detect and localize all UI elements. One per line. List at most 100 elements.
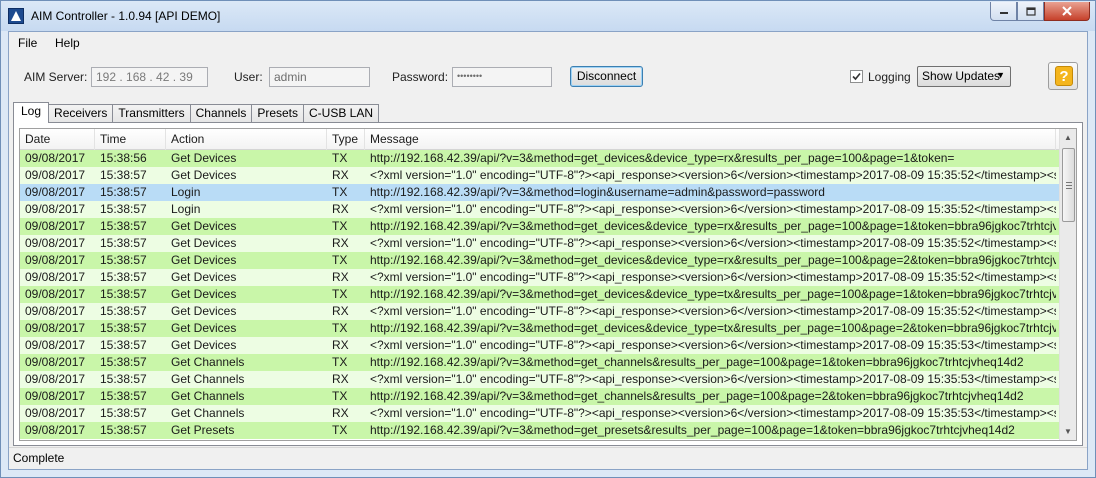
server-label: AIM Server: [24,70,88,84]
column-header-time[interactable]: Time [95,129,166,150]
log-cell-action: Get Channels [171,406,245,420]
help-button[interactable]: ? [1048,62,1078,90]
log-row[interactable]: 09/08/2017 15:38:57 Get Channels TX http://1… [20,354,1059,371]
log-row[interactable]: 09/08/2017 15:38:57 Get Devices RX <?xml ver… [20,303,1059,320]
tab-transmitters[interactable]: Transmitters [112,104,191,123]
log-cell-message: <?xml version="1.0" encoding="UTF-8"?><a… [370,270,1056,284]
log-cell-message: http://192.168.42.39/api/?v=3&method=get… [370,321,1056,335]
status-text: Complete [13,451,65,465]
log-cell-type: TX [332,151,348,165]
log-cell-action: Get Channels [171,372,245,386]
column-header-date[interactable]: Date [20,129,95,150]
log-row[interactable]: 09/08/2017 15:38:56 Get Devices TX http://19… [20,150,1059,167]
tab-c-usb-lan[interactable]: C-USB LAN [303,104,380,123]
server-ip-field[interactable]: 192 . 168 . 42 . 39 [91,67,208,87]
log-rows: 09/08/2017 15:38:56 Get Devices TX http://19… [20,150,1059,439]
updates-select[interactable]: Show Updates ▼ [917,66,1011,87]
log-row[interactable]: 09/08/2017 15:38:57 Login TX http://192.168.… [20,184,1059,201]
tab-log[interactable]: Log [13,102,50,123]
log-cell-action: Get Devices [171,270,237,284]
log-cell-date: 09/08/2017 [25,236,86,250]
log-cell-type: TX [332,253,348,267]
log-cell-date: 09/08/2017 [25,321,86,335]
logging-label: Logging [868,70,911,84]
log-cell-time: 15:38:57 [100,219,147,233]
log-cell-type: RX [332,406,349,420]
log-cell-time: 15:38:57 [100,406,147,420]
user-label: User: [234,70,263,84]
menu-bar: File Help [9,32,1087,54]
log-cell-time: 15:38:57 [100,321,147,335]
close-button[interactable] [1044,2,1090,21]
maximize-button[interactable] [1017,2,1044,21]
updates-select-value: Show Updates [922,69,1001,83]
logging-checkbox[interactable] [850,70,863,83]
scroll-up-arrow-icon[interactable]: ▲ [1060,129,1076,146]
client-area: File Help AIM Server: 192 . 168 . 42 . 3… [8,31,1088,470]
log-row[interactable]: 09/08/2017 15:38:57 Get Channels RX <?xml ve… [20,371,1059,388]
log-cell-action: Get Devices [171,287,237,301]
window-title: AIM Controller - 1.0.94 [API DEMO] [31,9,221,23]
log-grid-header: Date Time Action Type Message [20,129,1059,150]
log-cell-message: http://192.168.42.39/api/?v=3&method=log… [370,185,825,199]
log-cell-message: <?xml version="1.0" encoding="UTF-8"?><a… [370,338,1056,352]
log-cell-time: 15:38:57 [100,304,147,318]
log-row[interactable]: 09/08/2017 15:38:57 Get Devices TX http://19… [20,286,1059,303]
column-header-type[interactable]: Type [327,129,365,150]
log-row[interactable]: 09/08/2017 15:38:57 Get Devices RX <?xml ver… [20,269,1059,286]
log-row[interactable]: 09/08/2017 15:38:57 Get Devices RX <?xml ver… [20,337,1059,354]
log-cell-action: Get Presets [171,423,235,437]
app-window: AIM Controller - 1.0.94 [API DEMO] File … [0,0,1096,478]
minimize-icon [999,12,1008,14]
log-cell-date: 09/08/2017 [25,389,86,403]
close-icon [1062,6,1072,16]
log-cell-time: 15:38:57 [100,168,147,182]
log-row[interactable]: 09/08/2017 15:38:57 Login RX <?xml version="… [20,201,1059,218]
log-cell-date: 09/08/2017 [25,253,86,267]
scrollbar-thumb[interactable] [1062,148,1075,222]
menu-file[interactable]: File [18,36,37,50]
title-bar[interactable]: AIM Controller - 1.0.94 [API DEMO] [1,1,1095,31]
log-cell-date: 09/08/2017 [25,202,86,216]
log-cell-type: TX [332,355,348,369]
log-row[interactable]: 09/08/2017 15:38:57 Get Presets TX http://19… [20,422,1059,439]
tab-presets[interactable]: Presets [251,104,305,123]
log-cell-type: TX [332,185,348,199]
minimize-button[interactable] [990,2,1017,21]
log-cell-action: Get Devices [171,304,237,318]
tab-strip: Log Receivers Transmitters Channels Pres… [13,102,380,123]
vertical-scrollbar[interactable]: ▲ ▼ [1059,129,1076,440]
app-logo-icon [8,8,24,24]
log-cell-type: TX [332,219,348,233]
tab-channels[interactable]: Channels [189,104,253,123]
tab-receivers[interactable]: Receivers [48,104,114,123]
column-header-message[interactable]: Message [365,129,1056,150]
log-cell-type: TX [332,321,348,335]
log-cell-message: http://192.168.42.39/api/?v=3&method=get… [370,389,1024,403]
password-field[interactable]: •••••••• [452,67,552,87]
log-cell-action: Get Devices [171,219,237,233]
column-header-action[interactable]: Action [166,129,327,150]
log-row[interactable]: 09/08/2017 15:38:57 Get Devices RX <?xml ver… [20,167,1059,184]
log-cell-date: 09/08/2017 [25,304,86,318]
log-row[interactable]: 09/08/2017 15:38:57 Get Devices TX http://19… [20,320,1059,337]
log-row[interactable]: 09/08/2017 15:38:57 Get Devices RX <?xml ver… [20,235,1059,252]
log-cell-date: 09/08/2017 [25,168,86,182]
log-cell-message: http://192.168.42.39/api/?v=3&method=get… [370,287,1056,301]
log-cell-date: 09/08/2017 [25,338,86,352]
log-cell-date: 09/08/2017 [25,270,86,284]
log-row[interactable]: 09/08/2017 15:38:57 Get Channels TX http://1… [20,388,1059,405]
log-row[interactable]: 09/08/2017 15:38:57 Get Devices TX http://19… [20,252,1059,269]
menu-help[interactable]: Help [55,36,80,50]
log-cell-type: RX [332,168,349,182]
log-cell-message: <?xml version="1.0" encoding="UTF-8"?><a… [370,236,1056,250]
disconnect-button[interactable]: Disconnect [570,66,643,87]
window-controls [990,2,1090,22]
scroll-down-arrow-icon[interactable]: ▼ [1060,423,1076,440]
log-row[interactable]: 09/08/2017 15:38:57 Get Channels RX <?xml ve… [20,405,1059,422]
log-cell-time: 15:38:57 [100,372,147,386]
status-bar: Complete [9,447,1087,469]
user-field[interactable]: admin [269,67,370,87]
log-row[interactable]: 09/08/2017 15:38:57 Get Devices TX http://19… [20,218,1059,235]
log-cell-action: Login [171,185,201,199]
